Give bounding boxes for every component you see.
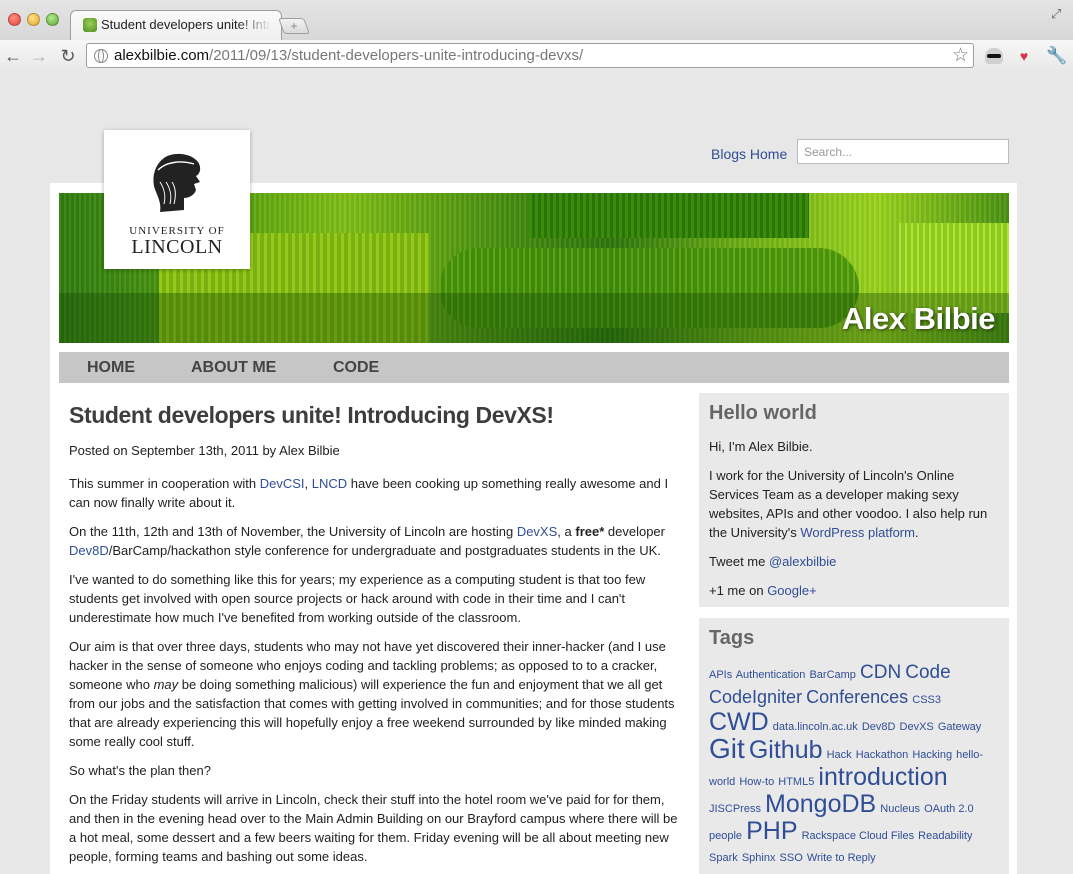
article-paragraph: On the Friday students will arrive in Li… (69, 792, 678, 864)
tweet-line: Tweet me @alexbilbie (709, 554, 837, 569)
new-tab-button[interactable]: + (278, 18, 310, 34)
dev8d-link[interactable]: Dev8D (69, 543, 109, 558)
bookmark-star-icon[interactable]: ☆ (952, 44, 969, 67)
minimize-window-button[interactable] (27, 13, 40, 26)
heart-extension-icon[interactable]: ♥ (1015, 48, 1033, 64)
article-paragraph: Our aim is that over three days, student… (69, 639, 675, 749)
tag-link[interactable]: Nucleus (880, 803, 920, 815)
tag-link[interactable]: MongoDB (765, 790, 876, 818)
tag-link[interactable]: OAuth 2.0 (924, 803, 974, 815)
tab-title: Student developers unite! Introducing De… (101, 17, 271, 32)
article-meta: Posted on September 13th, 2011 by Alex B… (69, 443, 340, 458)
tag-link[interactable]: Write to Reply (807, 852, 876, 864)
google-plus-link[interactable]: Google+ (767, 583, 817, 598)
article: Student developers unite! Introducing De… (69, 401, 681, 874)
blogs-home-link[interactable]: Blogs Home (711, 146, 787, 162)
main-nav: HOME ABOUT ME CODE (59, 352, 1009, 383)
favicon-icon (83, 18, 97, 32)
twitter-link[interactable]: @alexbilbie (769, 554, 836, 569)
tags-widget: Tags APIs Authentication BarCamp CDN Cod… (699, 618, 1009, 874)
article-paragraph: On the 11th, 12th and 13th of November, … (69, 524, 665, 558)
tag-link[interactable]: APIs (709, 669, 732, 681)
plus-icon: + (290, 19, 298, 33)
address-bar[interactable]: alexbilbie.com/2011/09/13/student-develo… (86, 43, 974, 68)
browser-chrome: Student developers unite! Introducing De… (0, 0, 1073, 72)
tag-link[interactable]: HTML5 (778, 776, 814, 788)
url-domain: alexbilbie.com (114, 47, 210, 64)
tag-link[interactable]: Spark (709, 852, 738, 864)
article-paragraph: So what's the plan then? (69, 763, 211, 778)
page: Blogs Home Alex Bilbie UNIVERSITY OF LIN… (0, 73, 1073, 874)
minerva-head-icon (153, 153, 201, 212)
hello-widget: Hello world Hi, I'm Alex Bilbie. I work … (699, 393, 1009, 607)
tag-link[interactable]: Hack (827, 749, 852, 761)
devxs-link[interactable]: DevXS (517, 524, 557, 539)
tag-link[interactable]: CDN (860, 662, 901, 683)
article-paragraph: I've wanted to do something like this fo… (69, 572, 646, 625)
mask-extension-icon[interactable] (985, 48, 1003, 64)
tag-link[interactable]: introduction (818, 763, 947, 791)
tag-link[interactable]: Hacking (912, 749, 952, 761)
tag-link[interactable]: Github (749, 736, 823, 764)
tag-link[interactable]: BarCamp (809, 669, 855, 681)
url-path: /2011/09/13/student-developers-unite-int… (209, 47, 584, 64)
devcsi-link[interactable]: DevCSI (260, 476, 305, 491)
tag-cloud: APIs Authentication BarCamp CDN Code Cod… (709, 662, 999, 869)
tag-link[interactable]: How-to (739, 776, 774, 788)
tag-link[interactable]: Hackathon (856, 749, 909, 761)
tag-link[interactable]: Authentication (736, 669, 806, 681)
tag-link[interactable]: PHP (746, 817, 797, 845)
back-button[interactable]: ← (2, 45, 24, 67)
site-title[interactable]: Alex Bilbie (842, 301, 996, 337)
tag-link[interactable]: Sphinx (742, 852, 776, 864)
logo-text-lincoln: LINCOLN (131, 236, 223, 258)
wordpress-platform-link[interactable]: WordPress platform (800, 525, 915, 540)
tag-link[interactable]: Dev8D (862, 721, 896, 733)
nav-about-me[interactable]: ABOUT ME (191, 359, 276, 377)
nav-home[interactable]: HOME (87, 359, 135, 377)
tag-link[interactable]: CSS3 (912, 694, 941, 706)
tag-link[interactable]: CWD (709, 708, 769, 736)
browser-tab[interactable]: Student developers unite! Introducing De… (70, 10, 282, 40)
tag-link[interactable]: Code (905, 662, 950, 683)
plus-one-line: +1 me on Google+ (709, 583, 817, 598)
tag-link[interactable]: CodeIgniter (709, 687, 802, 707)
university-logo[interactable]: UNIVERSITY OF LINCOLN (104, 130, 250, 269)
tag-link[interactable]: Git (709, 733, 745, 764)
tag-link[interactable]: data.lincoln.ac.uk (773, 721, 858, 733)
hello-bio: I work for the University of Lincoln's O… (709, 468, 988, 540)
tag-link[interactable]: Conferences (806, 687, 908, 707)
tag-link[interactable]: DevXS (900, 721, 934, 733)
forward-button[interactable]: → (28, 45, 50, 67)
zoom-window-button[interactable] (46, 13, 59, 26)
tag-link[interactable]: SSO (780, 852, 803, 864)
close-window-button[interactable] (8, 13, 21, 26)
lncd-link[interactable]: LNCD (312, 476, 347, 491)
nav-code[interactable]: CODE (333, 359, 379, 377)
wrench-icon[interactable]: 🔧 (1046, 47, 1067, 64)
tag-link[interactable]: Rackspace Cloud Files (802, 830, 915, 842)
tag-link[interactable]: JISCPress (709, 803, 761, 815)
tag-link[interactable]: people (709, 830, 742, 842)
hello-intro: Hi, I'm Alex Bilbie. (709, 439, 813, 454)
article-title[interactable]: Student developers unite! Introducing De… (69, 401, 681, 429)
reload-button[interactable]: ↻ (57, 45, 79, 67)
tag-link[interactable]: Gateway (938, 721, 981, 733)
globe-icon (94, 49, 108, 63)
tags-widget-title: Tags (709, 627, 755, 649)
fullscreen-icon[interactable]: ⤢ (1051, 6, 1065, 21)
browser-toolbar: ← → ↻ alexbilbie.com/2011/09/13/student-… (0, 40, 1073, 72)
tag-link[interactable]: Readability (918, 830, 972, 842)
article-paragraph: This summer in cooperation with DevCSI, … (69, 476, 669, 510)
search-input[interactable] (797, 139, 1009, 164)
hello-widget-title: Hello world (709, 402, 817, 424)
